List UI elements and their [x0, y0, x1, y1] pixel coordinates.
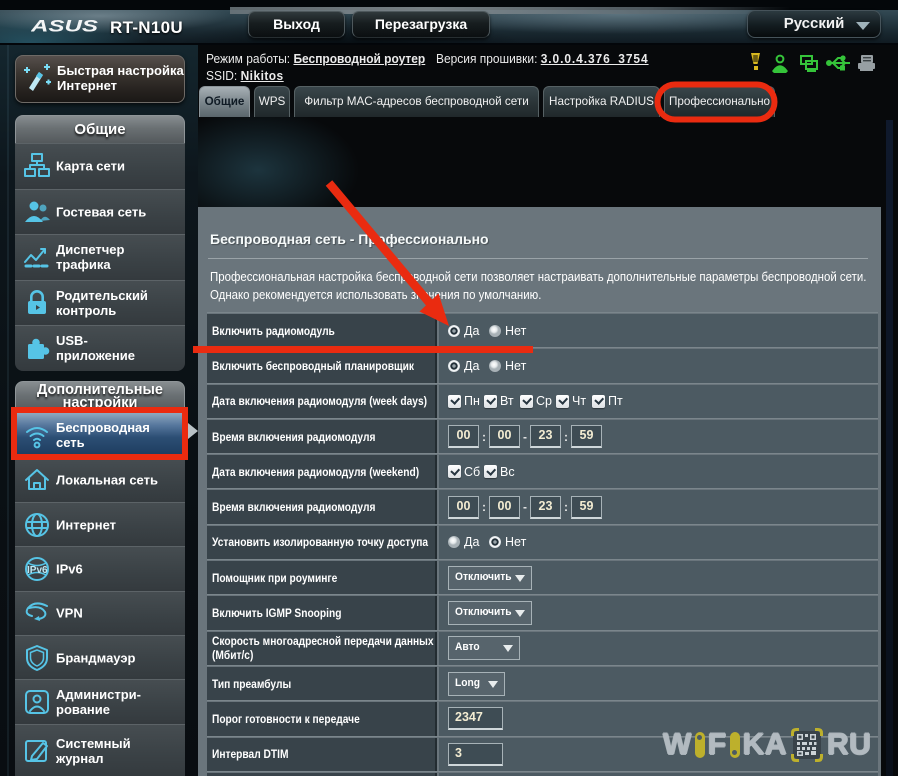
svg-text:IPv6: IPv6	[27, 565, 48, 576]
svg-text:ASUS: ASUS	[31, 18, 98, 34]
